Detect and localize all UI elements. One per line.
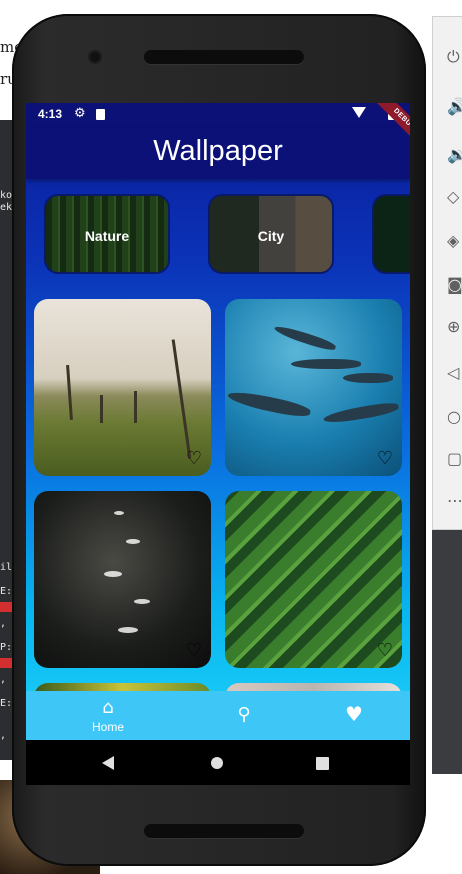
nav-favorites[interactable]: ♥ — [290, 691, 410, 740]
overview-icon[interactable]: ▢ — [447, 449, 462, 469]
app-bar: Wallpaper — [26, 127, 410, 179]
dolphin-shape — [343, 373, 393, 383]
desktop-side-text: ko — [0, 190, 13, 201]
camera-icon[interactable]: ◙ — [447, 275, 462, 295]
dolphin-shape — [291, 359, 361, 369]
favorite-heart-icon[interactable]: ♡ — [186, 450, 202, 468]
sd-card-icon — [96, 109, 105, 120]
power-icon[interactable]: ⏻ — [447, 47, 462, 67]
wallpaper-app: 4:13 ⚙ Wallpaper DEBUG Nature City ♡ ♡ ♡… — [26, 103, 410, 740]
dolphin-shape — [226, 388, 312, 420]
home-button[interactable] — [211, 757, 223, 769]
water-sparkle — [114, 511, 124, 515]
settings-gear-icon: ⚙ — [74, 106, 86, 121]
earpiece-speaker — [144, 50, 304, 64]
zoom-icon[interactable]: ⊕ — [447, 317, 462, 337]
palm-trunk — [171, 339, 192, 459]
rotate-right-icon[interactable]: ◈ — [447, 231, 462, 251]
dolphin-shape — [322, 400, 400, 426]
category-label: City — [257, 228, 285, 244]
volume-down-icon[interactable]: 🔉 — [447, 145, 462, 165]
desktop-panel-right — [432, 530, 462, 774]
system-navigation-bar — [26, 740, 410, 785]
more-icon[interactable]: ⋯ — [447, 491, 462, 511]
nav-home[interactable]: ⌂ Home — [44, 691, 172, 740]
wifi-icon — [352, 107, 366, 118]
water-sparkle — [134, 599, 150, 604]
back-icon[interactable]: ◁ — [447, 363, 462, 383]
back-button[interactable] — [102, 756, 114, 770]
nav-search[interactable]: ⚲ — [180, 691, 308, 740]
category-overlay — [374, 196, 410, 272]
bottom-speaker — [144, 824, 304, 838]
wallpaper-tile[interactable]: ♡ — [225, 491, 402, 668]
water-sparkle — [118, 627, 138, 633]
wallpaper-tile[interactable]: ♡ — [225, 299, 402, 476]
bottom-navigation: ⌂ Home ⚲ ♥ — [26, 691, 410, 740]
category-list: Nature City — [26, 191, 410, 277]
favorite-heart-icon[interactable]: ♡ — [377, 450, 393, 468]
search-icon: ⚲ — [237, 704, 251, 725]
wallpaper-tile[interactable]: ♡ — [34, 299, 211, 476]
desktop-side-text: il — [0, 562, 13, 573]
status-time: 4:13 — [38, 107, 63, 121]
front-camera — [90, 52, 100, 62]
category-city[interactable]: City — [208, 194, 334, 274]
rotate-left-icon[interactable]: ◇ — [447, 187, 462, 207]
home-icon: ⌂ — [102, 697, 114, 718]
category-label: Nature — [84, 228, 130, 244]
wallpaper-tile[interactable]: ♡ — [34, 491, 211, 668]
heart-icon: ♥ — [345, 702, 363, 726]
home-icon[interactable]: ○ — [447, 407, 462, 427]
emulator-toolbar: ⏻ 🔊 🔉 ◇ ◈ ◙ ⊕ ◁ ○ ▢ ⋯ — [432, 16, 462, 530]
category-partial[interactable] — [372, 194, 410, 274]
app-title: Wallpaper — [153, 135, 283, 167]
favorite-heart-icon[interactable]: ♡ — [377, 642, 393, 660]
volume-up-icon[interactable]: 🔊 — [447, 97, 462, 117]
recents-button[interactable] — [316, 757, 329, 770]
palm-trunk — [134, 391, 137, 423]
nav-home-label: Home — [91, 720, 124, 734]
category-nature[interactable]: Nature — [44, 194, 170, 274]
favorite-heart-icon[interactable]: ♡ — [186, 642, 202, 660]
phone-screen: 4:13 ⚙ Wallpaper DEBUG Nature City ♡ ♡ ♡… — [26, 103, 410, 785]
desktop-side-text: ek — [0, 202, 13, 213]
water-sparkle — [126, 539, 140, 544]
palm-trunk — [66, 364, 73, 421]
water-sparkle — [104, 571, 122, 577]
palm-trunk — [100, 395, 103, 423]
dolphin-shape — [273, 323, 337, 353]
status-bar: 4:13 ⚙ — [26, 103, 410, 127]
